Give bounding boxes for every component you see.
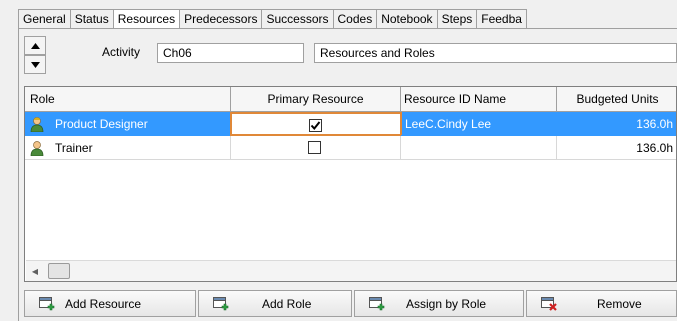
add-role-icon xyxy=(213,297,229,311)
primary-resource-cell[interactable] xyxy=(231,136,401,160)
tab-codes[interactable]: Codes xyxy=(333,10,378,28)
table-row[interactable]: Product Designer LeeC.Cindy Lee 136.0h xyxy=(25,112,676,136)
arrow-down-icon xyxy=(30,61,40,68)
resource-id-name-cell: LeeC.Cindy Lee xyxy=(401,112,557,136)
tab-steps[interactable]: Steps xyxy=(437,10,478,28)
arrow-up-icon xyxy=(30,42,40,49)
tab-general[interactable]: General xyxy=(19,10,71,28)
tab-resources[interactable]: Resources xyxy=(113,10,181,28)
grid-header: Role Primary Resource Resource ID Name B… xyxy=(25,87,676,112)
column-header-primary-resource[interactable]: Primary Resource xyxy=(231,87,401,111)
role-icon xyxy=(30,141,44,156)
add-resource-icon xyxy=(39,297,55,311)
add-role-label: Add Role xyxy=(262,297,312,311)
table-row[interactable]: Trainer 136.0h xyxy=(25,136,676,160)
tab-strip: General Status Resources Predecessors Su… xyxy=(18,9,527,29)
add-role-button[interactable]: Add Role xyxy=(198,290,352,317)
tab-notebook[interactable]: Notebook xyxy=(377,10,438,28)
budgeted-units-cell: 136.0h xyxy=(557,112,676,136)
activity-name-field[interactable]: Resources and Roles xyxy=(314,43,677,63)
activity-label: Activity xyxy=(102,45,141,59)
budgeted-units-cell: 136.0h xyxy=(557,136,676,160)
tab-feedback[interactable]: Feedba xyxy=(477,10,527,28)
primary-resource-checkbox[interactable] xyxy=(309,119,322,132)
role-cell: Trainer xyxy=(25,136,231,160)
tab-bar: General Status Resources Predecessors Su… xyxy=(0,0,677,29)
role-selected-icon xyxy=(30,117,44,132)
next-activity-button[interactable] xyxy=(24,55,46,74)
tab-predecessors[interactable]: Predecessors xyxy=(180,10,263,28)
assign-by-role-button[interactable]: Assign by Role xyxy=(354,290,524,317)
resource-id-name-cell xyxy=(401,136,557,160)
remove-label: Remove xyxy=(597,297,642,311)
remove-button[interactable]: Remove xyxy=(526,290,677,317)
role-name: Product Designer xyxy=(55,117,148,131)
add-resource-label: Add Resource xyxy=(65,297,142,311)
assign-by-role-label: Assign by Role xyxy=(406,297,487,311)
checkmark-icon xyxy=(310,121,321,131)
assign-by-role-icon xyxy=(369,297,385,311)
scroll-left-button[interactable]: ◀ xyxy=(28,265,42,279)
activity-id-field[interactable]: Ch06 xyxy=(157,43,304,63)
remove-icon xyxy=(541,297,557,311)
horizontal-scrollbar[interactable]: ◀ xyxy=(26,260,676,281)
column-header-role[interactable]: Role xyxy=(25,87,231,111)
tab-successors[interactable]: Successors xyxy=(262,10,334,28)
primary-resource-cell[interactable] xyxy=(230,112,402,136)
activity-navigator xyxy=(24,36,46,74)
tab-status[interactable]: Status xyxy=(70,10,114,28)
previous-activity-button[interactable] xyxy=(24,36,46,55)
resources-grid: Role Primary Resource Resource ID Name B… xyxy=(24,86,677,282)
column-header-resource-id-name[interactable]: Resource ID Name xyxy=(401,87,557,111)
primary-resource-checkbox[interactable] xyxy=(308,141,321,154)
scroll-thumb[interactable] xyxy=(48,263,70,279)
role-name: Trainer xyxy=(55,141,93,155)
add-resource-button[interactable]: Add Resource xyxy=(24,290,196,317)
column-header-budgeted-units[interactable]: Budgeted Units xyxy=(557,87,676,111)
role-cell: Product Designer xyxy=(25,112,231,136)
